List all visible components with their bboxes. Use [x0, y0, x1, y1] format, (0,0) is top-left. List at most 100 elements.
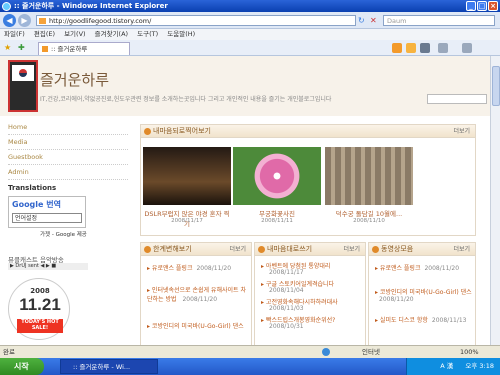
status-bar: 완료 인터넷 100% [0, 345, 500, 358]
list-item-date: 2008/11/13 [431, 317, 467, 324]
address-input[interactable]: http://goodlifegood.tistory.com/ [36, 15, 356, 26]
sidebar-link-home[interactable]: Home [8, 120, 128, 135]
google-translate-widget: Google 번역 언어설정 [8, 196, 86, 228]
tab-label: :: 즐거운하루 [51, 45, 88, 53]
refresh-icon[interactable]: ↻ [358, 16, 365, 25]
list-item-date: 2008/11/17 [269, 269, 304, 276]
list-item-text: 실미도 디스코 항항 [379, 317, 428, 324]
ime-indicator[interactable]: A 漢 [440, 362, 453, 370]
panel-bullet-icon [144, 128, 151, 135]
list-item[interactable]: ▸ 인터넷속선으로 손쉽게 유해사이트 차단하는 방법 2008/11/20 [147, 285, 251, 303]
address-toolbar: ◀ ▶ http://goodlifegood.tistory.com/ ↻ ✕… [0, 12, 500, 29]
menu-file[interactable]: 파일(F) [4, 30, 25, 38]
clock: 오후 3:18 [465, 362, 494, 370]
photo-panel: 내마음되로찍어보기 더보기 DSLR부럽지 않은 야경 혼자 찍기 2008/1… [140, 124, 476, 236]
google-translate-label: Google 번역 [12, 200, 61, 209]
list-item-date: 2008/11/20 [182, 296, 218, 303]
gadget-powered-by[interactable]: 가젯 - Google 제공 [40, 230, 87, 238]
stop-icon[interactable]: ✕ [370, 16, 377, 25]
menu-bar: 파일(F) 편집(E) 보기(V) 즐겨찾기(A) 도구(T) 도움말(H) [0, 29, 500, 40]
rss-icon[interactable] [406, 43, 416, 53]
photo-panel-more[interactable]: 더보기 [453, 125, 470, 138]
list-item-date: 2008/11/03 [269, 305, 304, 312]
blog-description: IT,건강,코리에어,약없공진료,헌도우관련 정보를 소개하는곳입니다 그리고 … [40, 96, 332, 103]
list-item[interactable]: ▸ 유로앤스 플링크 2008/11/20 [147, 263, 251, 272]
photo-date-2: 2008/11/11 [261, 218, 293, 224]
list-item-date: 2008/11/04 [269, 287, 304, 294]
add-favorite-icon[interactable]: ✚ [18, 43, 25, 52]
close-button[interactable]: × [488, 1, 498, 11]
blog-search-input[interactable] [427, 94, 487, 104]
back-button[interactable]: ◀ [3, 14, 16, 27]
search-placeholder: Daum [387, 17, 407, 25]
menu-view[interactable]: 보기(V) [64, 30, 85, 38]
sidebar-link-admin[interactable]: Admin [8, 165, 128, 180]
tools-menu-icon[interactable] [462, 43, 472, 53]
sidebar-link-guestbook[interactable]: Guestbook [8, 150, 128, 165]
language-select[interactable]: 언어설정 [12, 213, 82, 223]
globe-icon [322, 348, 330, 356]
panel-writing-title: 내마음대로쓰기 [267, 245, 313, 253]
list-item[interactable]: ▸ 코방인디의 미국바(U-Go-Girl) 댄스 [147, 321, 251, 330]
date-badge[interactable]: 2008 11.21 TODAY'S HOT SALE! [8, 278, 70, 340]
panel-category-header: 한계변해보기 더보기 [141, 243, 251, 256]
list-item-text: 코방인디의 미국바(U-Go-Girl) 댄스 [379, 289, 472, 296]
url-text: http://goodlifegood.tistory.com/ [49, 17, 152, 25]
taskbar-ie-window[interactable]: :: 즐거운하루 - Wi... [60, 359, 158, 374]
scrollbar-thumb[interactable] [492, 66, 500, 106]
list-item-text: 유로앤스 플링크 [151, 265, 193, 272]
maximize-button[interactable]: □ [477, 1, 487, 11]
photo-caption-3[interactable]: 덕수궁 돌담길 10월에... [325, 208, 413, 218]
minimize-button[interactable]: _ [466, 1, 476, 11]
blog-header: 즐거운하루 IT,건강,코리에어,약없공진료,헌도우관련 정보를 소개하는곳입니… [0, 56, 490, 116]
menu-help[interactable]: 도움말(H) [167, 30, 195, 38]
search-input[interactable]: Daum [383, 15, 495, 26]
list-item[interactable]: ▸ 유로앤스 플링크 2008/11/20 [375, 263, 475, 272]
list-item-date: 2008/11/20 [379, 296, 414, 303]
system-tray: A 漢 오후 3:18 [406, 358, 500, 375]
start-button[interactable]: 시작 [0, 358, 44, 375]
start-label: 시작 [14, 362, 29, 371]
menu-edit[interactable]: 편집(E) [34, 30, 55, 38]
panel-category-more[interactable]: 더보기 [229, 243, 246, 256]
windows-taskbar: 시작 :: 즐거운하루 - Wi... A 漢 오후 3:18 [0, 358, 500, 375]
list-item[interactable]: ▸ 코방인디의 미국바(U-Go-Girl) 댄스 2008/11/20 [375, 287, 475, 303]
page-menu-icon[interactable] [438, 43, 448, 53]
photo-date-1: 2008/11/17 [171, 218, 203, 224]
page-viewport: 즐거운하루 IT,건강,코리에어,약없공진료,헌도우관련 정보를 소개하는곳입니… [0, 56, 490, 345]
photo-thumb-night[interactable] [143, 147, 231, 205]
photo-thumb-flower[interactable] [233, 147, 321, 205]
badge-caption: TODAY'S HOT SALE! [17, 319, 63, 333]
panel-videos-more[interactable]: 더보기 [453, 243, 470, 256]
photo-date-3: 2008/11/10 [353, 218, 385, 224]
status-text: 완료 [3, 348, 15, 356]
favorites-star-icon[interactable]: ★ [4, 43, 11, 52]
panel-videos: 동영상모음 더보기 ▸ 유로앤스 플링크 2008/11/20 ▸ 코방인디의 미… [368, 242, 476, 345]
print-icon[interactable] [420, 43, 430, 53]
zoom-level[interactable]: 100% [460, 346, 479, 358]
list-item-date: 2008/11/20 [424, 265, 460, 272]
panel-bullet-icon [258, 246, 265, 253]
vertical-scrollbar[interactable] [490, 56, 500, 345]
music-player[interactable]: ▶ DrUJ sent ◀ ▶ ■ [8, 263, 88, 270]
panel-writing-more[interactable]: 더보기 [343, 243, 360, 256]
page-icon [39, 18, 46, 24]
menu-favorites[interactable]: 즐겨찾기(A) [95, 30, 128, 38]
window-title: :: 즐거운하루 - Windows Internet Explorer [14, 2, 168, 10]
list-item-text: 코방인디의 미국바(U-Go-Girl) 댄스 [151, 323, 244, 330]
sidebar-link-media[interactable]: Media [8, 135, 128, 150]
home-icon[interactable] [392, 43, 402, 53]
badge-date: 11.21 [19, 295, 61, 314]
window-title-bar: :: 즐거운하루 - Windows Internet Explorer _ □… [0, 0, 500, 12]
photo-thumb-wall[interactable] [325, 147, 413, 205]
forward-button[interactable]: ▶ [18, 14, 31, 27]
badge-year: 2008 [30, 287, 50, 295]
menu-tools[interactable]: 도구(T) [137, 30, 158, 38]
list-item[interactable]: ▸ 실미도 디스코 항항 2008/11/13 [375, 315, 475, 324]
tab-blog[interactable]: :: 즐거운하루 [38, 42, 130, 55]
photo-caption-2[interactable]: 무궁화꽃사진 [233, 208, 321, 218]
taegukgi-flag [12, 65, 34, 81]
photo-panel-header: 내마음되로찍어보기 더보기 [141, 125, 475, 138]
blog-title[interactable]: 즐거운하루 [40, 69, 109, 90]
panel-writing: 내마음대로쓰기 더보기 ▸ 아벤트에 당첨된 통양대리 2008/11/17 ▸… [254, 242, 366, 345]
